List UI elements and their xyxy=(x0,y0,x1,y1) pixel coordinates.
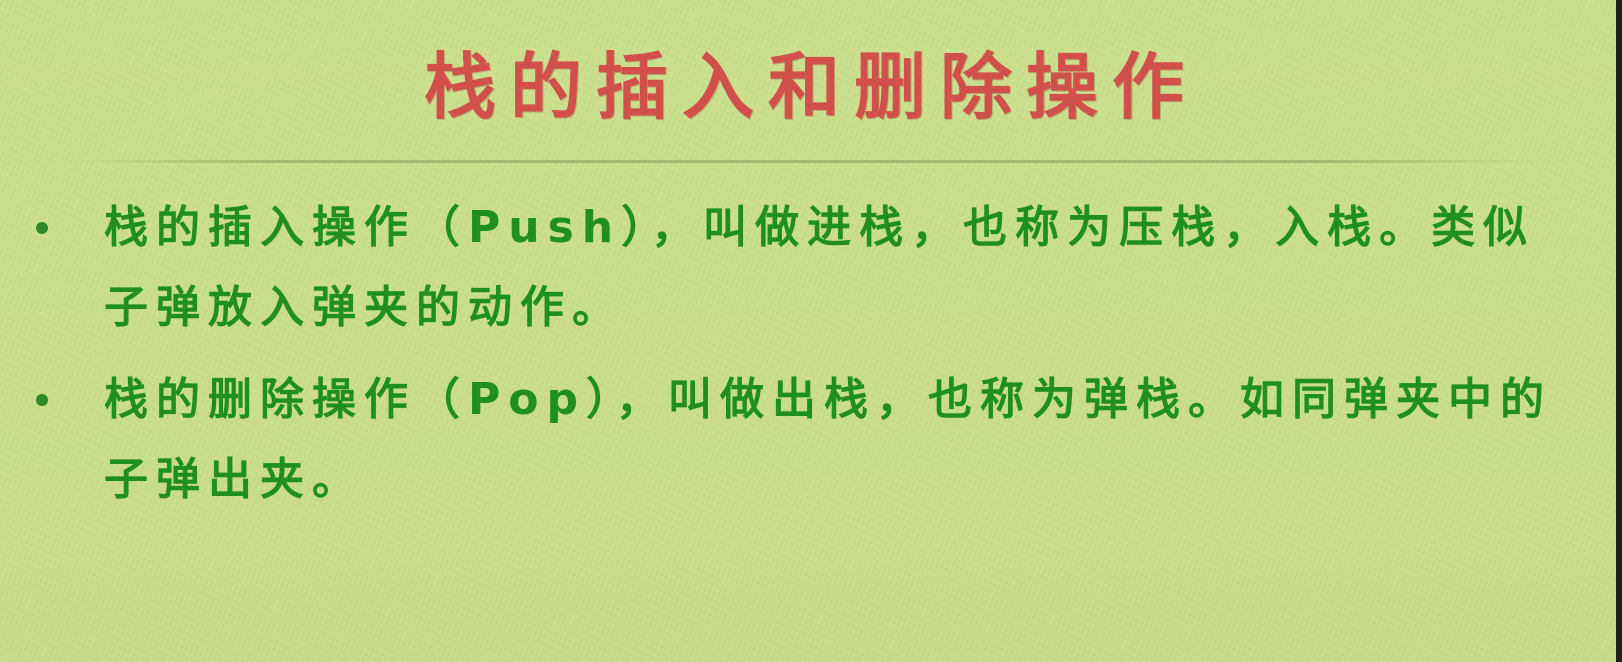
bullet-item-push: 栈的插入操作（Push），叫做进栈，也称为压栈，入栈。类似子弹放入弹夹的动作。 xyxy=(36,188,1576,348)
bullet-dot-icon xyxy=(36,394,48,406)
bullet-dot-icon xyxy=(36,222,48,234)
bullet-list: 栈的插入操作（Push），叫做进栈，也称为压栈，入栈。类似子弹放入弹夹的动作。 … xyxy=(36,188,1576,532)
slide: 栈的插入和删除操作 栈的插入操作（Push），叫做进栈，也称为压栈，入栈。类似子… xyxy=(0,0,1622,662)
title-divider xyxy=(60,160,1540,163)
slide-title: 栈的插入和删除操作 xyxy=(423,44,1198,129)
window-edge xyxy=(1616,0,1622,662)
bullet-text-push: 栈的插入操作（Push），叫做进栈，也称为压栈，入栈。类似子弹放入弹夹的动作。 xyxy=(104,202,1536,333)
bullet-text-pop: 栈的删除操作（Pop），叫做出栈，也称为弹栈。如同弹夹中的子弹出夹。 xyxy=(104,374,1552,505)
bullet-item-pop: 栈的删除操作（Pop），叫做出栈，也称为弹栈。如同弹夹中的子弹出夹。 xyxy=(36,360,1576,520)
